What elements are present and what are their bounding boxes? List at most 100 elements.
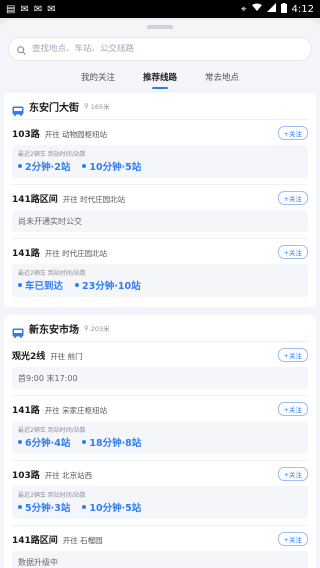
arrival-label: 最近2辆车 到站时间/站数: [18, 427, 86, 434]
station-header[interactable]: 东安门大街 ⚲ 165米: [12, 93, 308, 119]
notification-icon: ▤: [6, 3, 16, 15]
station-name: 东安门大街: [29, 102, 79, 114]
follow-button[interactable]: +关注: [277, 191, 308, 205]
route-header: 141路 开往 宋家庄枢纽站 +关注: [12, 402, 308, 416]
arrival-time: 18分钟·8站: [82, 435, 141, 449]
follow-button[interactable]: +关注: [277, 348, 308, 362]
status-bar: ▤ ✉ ✉ ✉ ⌖ 4:12: [0, 0, 320, 18]
route-direction: 开往 时代庄园北站: [44, 248, 108, 258]
route-name: 141路: [12, 405, 40, 416]
route-item[interactable]: 103路 开往 北京站西 +关注最近2辆车 到站时间/站数 5分钟·3站 10分钟·5站: [12, 460, 308, 525]
station-card: 东安门大街 ⚲ 165米 103路 开往 动物园枢纽站 +关注 最近2辆车 到站时间/站数 2…: [4, 93, 316, 307]
station-distance: ⚲ 203米: [84, 323, 110, 333]
arrival-text: 10分钟·5站: [89, 162, 142, 173]
route-item[interactable]: 141路 开往 时代庄园北站 +关注 最近2辆车 到站时间/站数 车已到达 23分钟·10…: [12, 238, 308, 303]
tab-frequent-places[interactable]: 常去地点: [205, 71, 239, 89]
drag-handle[interactable]: [147, 25, 173, 29]
arrival-dot-icon: [75, 283, 80, 287]
tab-my-follows[interactable]: 我的关注: [81, 71, 115, 89]
route-name: 观光2线: [12, 351, 46, 362]
arrival-info: 最近2辆车 到站时间/站数 2分钟·2站 10分钟·5站: [12, 145, 308, 178]
route-title: 103路 开往 动物园枢纽站: [12, 127, 107, 140]
battery-icon: [280, 2, 287, 16]
notification-icon: ✉: [33, 3, 43, 15]
follow-button[interactable]: +关注: [277, 402, 308, 416]
arrival-dot-icon: [82, 440, 87, 444]
route-title: 141路区间 开往 时代庄园北站: [12, 192, 125, 205]
route-item[interactable]: 103路 开往 动物园枢纽站 +关注最近2辆车 到站时间/站数 2分钟·2站 10分钟·…: [12, 119, 308, 184]
route-header: 141路区间 开往 石榴园 +关注: [12, 532, 308, 546]
route-name: 103路: [12, 129, 40, 140]
station-distance: ⚲ 165米: [84, 101, 110, 111]
arrival-text: 2分钟·2站: [25, 162, 71, 173]
arrival-time: 23分钟·10站: [75, 278, 141, 292]
route-direction: 开往 宋家庄枢纽站: [44, 405, 108, 415]
arrival-time: 10分钟·5站: [82, 159, 141, 173]
route-title: 141路区间 开往 石榴园: [12, 533, 103, 546]
route-name: 141路区间: [12, 535, 58, 546]
search-input[interactable]: [32, 44, 282, 54]
notification-icon: ✉: [20, 3, 29, 15]
route-header: 141路区间 开往 时代庄园北站 +关注: [12, 191, 308, 205]
route-item[interactable]: 141路区间 开往 石榴园 +关注数据升级中: [12, 525, 308, 568]
arrival-text: 23分钟·10站: [82, 281, 141, 292]
route-status: 首9:00 末17:00: [12, 367, 308, 389]
arrival-text: 10分钟·5站: [89, 503, 142, 514]
arrival-time: 5分钟·3站: [18, 500, 70, 514]
station-name: 新东安市场: [29, 324, 79, 336]
status-notifications: ▤ ✉ ✉ ✉: [6, 4, 56, 15]
wifi-icon: [251, 3, 262, 15]
arrival-values: 5分钟·3站 10分钟·5站: [18, 499, 302, 515]
route-header: 观光2线 开往 前门 +关注: [12, 348, 308, 362]
station-list: 东安门大街 ⚲ 165米 103路 开往 动物园枢纽站 +关注 最近2辆车 到站时间/站数 2…: [0, 93, 320, 568]
arrival-values: 2分钟·2站 10分钟·5站: [18, 158, 302, 174]
arrival-dot-icon: [18, 440, 22, 444]
route-direction: 开往 石榴园: [62, 535, 103, 545]
route-direction: 开往 北京站西: [44, 470, 93, 480]
signal-icon: [266, 3, 276, 15]
status-system: ⌖ 4:12: [241, 2, 314, 16]
route-name: 141路: [12, 248, 40, 259]
route-direction: 开往 时代庄园北站: [62, 194, 126, 204]
route-title: 103路 开往 北京站西: [12, 468, 92, 481]
route-name: 103路: [12, 470, 40, 481]
follow-button[interactable]: +关注: [277, 467, 308, 481]
arrival-text: 车已到达: [25, 281, 64, 292]
arrival-values: 6分钟·4站 18分钟·8站: [18, 434, 302, 450]
route-header: 141路 开往 时代庄园北站 +关注: [12, 245, 308, 259]
arrival-label: 最近2辆车 到站时间/站数: [18, 492, 86, 499]
arrival-text: 5分钟·3站: [25, 503, 71, 514]
search-bar[interactable]: [8, 37, 312, 61]
distance-value: 165米: [90, 103, 110, 111]
bottom-sheet: 我的关注 推荐线路 常去地点 东安门大街⚲165米103路开往 动物园枢纽站+关…: [0, 20, 320, 568]
arrival-time: 6分钟·4站: [18, 435, 70, 449]
tab-bar: 我的关注 推荐线路 常去地点: [0, 71, 320, 89]
route-item[interactable]: 观光2线 开往 前门 +关注首9:00 末17:00: [12, 341, 308, 395]
walking-icon: ⚲: [84, 324, 89, 332]
route-item[interactable]: 141路 开往 宋家庄枢纽站 +关注最近2辆车 到站时间/站数 6分钟·4站 18分钟·…: [12, 395, 308, 460]
route-header: 103路 开往 北京站西 +关注: [12, 467, 308, 481]
arrival-time: 10分钟·5站: [82, 500, 141, 514]
route-item[interactable]: 141路区间 开往 时代庄园北站 +关注尚未开通实时公交: [12, 184, 308, 238]
arrival-dot-icon: [18, 283, 22, 287]
search-icon: [17, 40, 26, 59]
arrival-values: 车已到达 23分钟·10站: [18, 277, 302, 293]
route-direction: 开往 动物园枢纽站: [44, 129, 108, 139]
arrival-dot-icon: [82, 505, 87, 509]
route-name: 141路区间: [12, 194, 58, 205]
station-header[interactable]: 新东安市场 ⚲ 203米: [12, 315, 308, 341]
follow-button[interactable]: +关注: [277, 245, 308, 259]
arrival-label: 最近2辆车 到站时间/站数: [18, 151, 86, 158]
distance-value: 203米: [90, 325, 110, 333]
route-status: 尚未开通实时公交: [12, 210, 308, 232]
route-status: 数据升级中: [12, 551, 308, 568]
arrival-info: 最近2辆车 到站时间/站数 6分钟·4站 18分钟·8站: [12, 421, 308, 454]
route-title: 141路 开往 时代庄园北站: [12, 246, 107, 259]
follow-button[interactable]: +关注: [277, 126, 308, 140]
arrival-text: 18分钟·8站: [89, 438, 142, 449]
arrival-info: 最近2辆车 到站时间/站数 车已到达 23分钟·10站: [12, 264, 308, 297]
route-header: 103路 开往 动物园枢纽站 +关注: [12, 126, 308, 140]
arrival-time: 2分钟·2站: [18, 159, 70, 173]
tab-recommended-routes[interactable]: 推荐线路: [143, 71, 177, 89]
follow-button[interactable]: +关注: [277, 532, 308, 546]
